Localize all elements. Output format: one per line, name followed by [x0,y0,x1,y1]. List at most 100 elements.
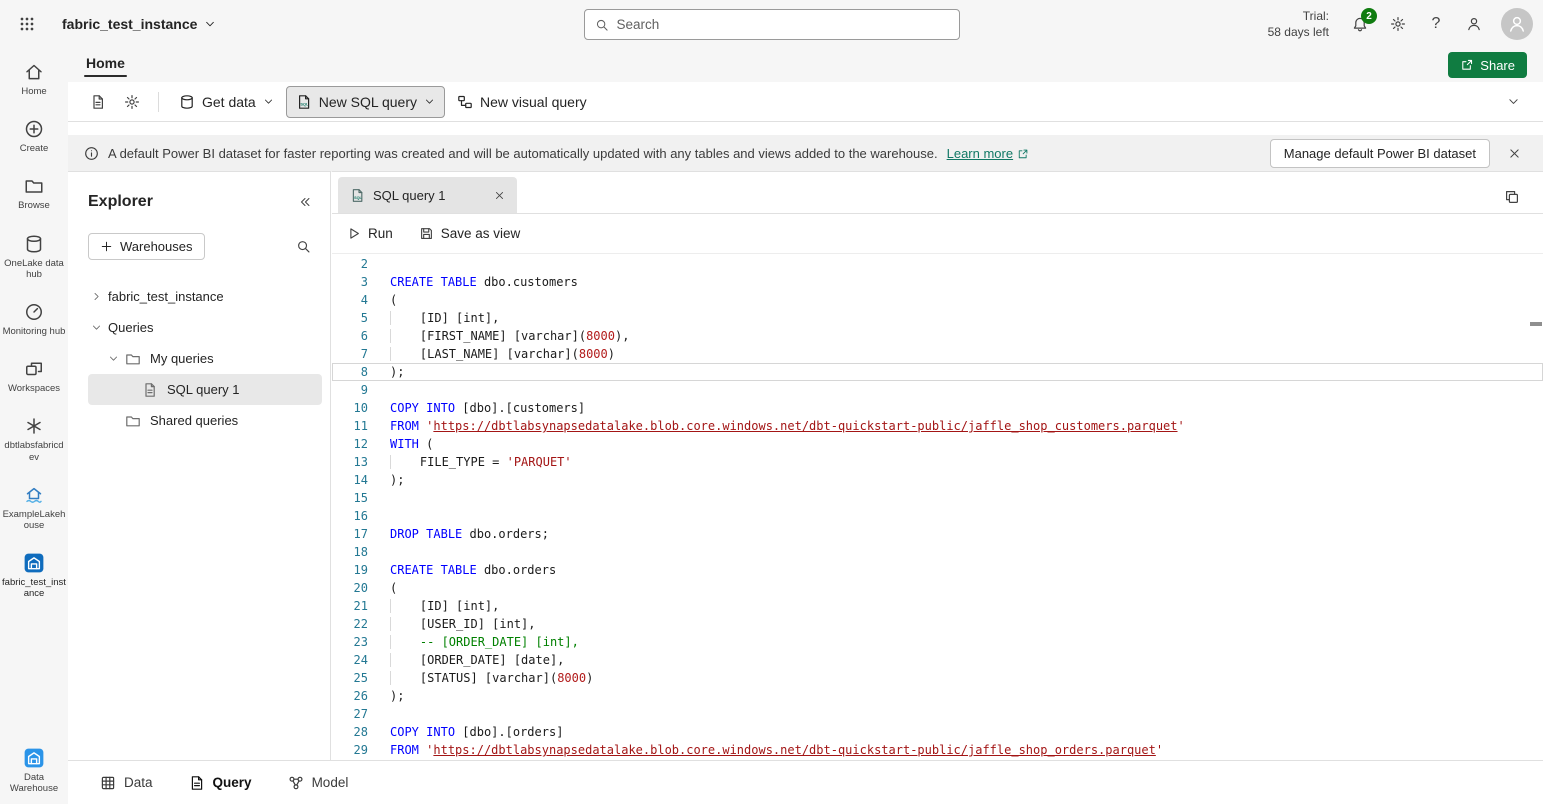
collapse-explorer-button[interactable] [288,185,322,219]
code-line-5[interactable]: 5 [ID] [int], [332,309,1543,327]
workspace-switcher[interactable]: fabric_test_instance [62,16,216,32]
external-link-icon [1017,148,1029,160]
rail-item-fabric-test-instance[interactable]: fabric_test_instance [2,553,66,599]
topbar: fabric_test_instance Search Trial: 58 da… [0,0,1543,48]
code-line-19[interactable]: 19CREATE TABLE dbo.orders [332,561,1543,579]
rail-item-home[interactable]: Home [2,62,66,97]
scrollbar-marker[interactable] [1530,322,1542,326]
code-line-13[interactable]: 13 FILE_TYPE = 'PARQUET' [332,453,1543,471]
banner-close-button[interactable] [1499,139,1529,169]
code-line-24[interactable]: 24 [ORDER_DATE] [date], [332,651,1543,669]
code-line-18[interactable]: 18 [332,543,1543,561]
code-line-10[interactable]: 10COPY INTO [dbo].[customers] [332,399,1543,417]
tree-item-my-queries[interactable]: My queries [88,343,322,374]
new-sql-query-button[interactable]: SQL New SQL query [286,86,445,118]
bottom-tab-query[interactable]: Query [189,775,252,791]
code-line-22[interactable]: 22 [USER_ID] [int], [332,615,1543,633]
line-number: 3 [332,273,390,291]
tab-sql-query-1[interactable]: SQL SQL query 1 [338,177,517,213]
lakehouse-icon [24,485,44,505]
get-data-button[interactable]: Get data [169,86,284,118]
app-launcher-button[interactable] [10,7,44,41]
code-line-26[interactable]: 26); [332,687,1543,705]
code-line-2[interactable]: 2 [332,255,1543,273]
new-visual-query-button[interactable]: New visual query [447,86,597,118]
line-number: 21 [332,597,390,615]
rail-item-onelake-data-hub[interactable]: OneLake data hub [2,234,66,280]
rail-item-label: Create [20,143,49,154]
tree-item-shared-queries[interactable]: Shared queries [88,405,322,436]
bottom-tab-data[interactable]: Data [100,775,153,791]
code-line-23[interactable]: 23 -- [ORDER_DATE] [int], [332,633,1543,651]
share-button[interactable]: Share [1448,52,1527,78]
code-text: COPY INTO [dbo].[orders] [390,723,563,741]
code-line-21[interactable]: 21 [ID] [int], [332,597,1543,615]
toolbar-divider [158,92,159,112]
explorer-search-button[interactable] [286,229,320,263]
help-button[interactable]: ? [1419,7,1453,41]
account-avatar[interactable] [1501,8,1533,40]
copy-button[interactable] [1495,180,1529,214]
tree-spacer [122,382,138,398]
search-input[interactable]: Search [584,9,960,40]
manage-dataset-button[interactable]: Manage default Power BI dataset [1270,139,1490,168]
rail-item-examplelakehouse[interactable]: ExampleLakehouse [2,485,66,531]
code-line-8[interactable]: 8); [332,363,1543,381]
line-number: 20 [332,579,390,597]
feedback-button[interactable] [1457,7,1491,41]
save-as-view-button[interactable]: Save as view [419,226,521,241]
code-line-27[interactable]: 27 [332,705,1543,723]
tree-item-label: Queries [108,320,154,335]
tree-item-fabric-test-instance[interactable]: fabric_test_instance [88,281,322,312]
code-line-14[interactable]: 14); [332,471,1543,489]
code-line-29[interactable]: 29FROM 'https://dbtlabsynapsedatalake.bl… [332,741,1543,759]
code-line-12[interactable]: 12WITH ( [332,435,1543,453]
code-line-20[interactable]: 20( [332,579,1543,597]
chevron-right-icon[interactable] [88,289,104,305]
add-warehouses-button[interactable]: Warehouses [88,233,205,260]
person-icon [1507,14,1527,34]
code-text: [ORDER_DATE] [date], [390,651,564,669]
rail-item-monitoring-hub[interactable]: Monitoring hub [2,302,66,337]
rail-item-data-warehouse[interactable]: Data Warehouse [2,748,66,794]
code-line-3[interactable]: 3CREATE TABLE dbo.customers [332,273,1543,291]
code-line-7[interactable]: 7 [LAST_NAME] [varchar](8000) [332,345,1543,363]
rail-item-dbtlabsfabricdev[interactable]: dbtlabsfabricdev [2,416,66,462]
tree-item-sql-query-1[interactable]: SQL query 1 [88,374,322,405]
collapse-ribbon-button[interactable] [1497,86,1529,118]
code-editor[interactable]: 23CREATE TABLE dbo.customers4(5 [ID] [in… [332,254,1543,760]
line-number: 19 [332,561,390,579]
line-number: 26 [332,687,390,705]
code-line-4[interactable]: 4( [332,291,1543,309]
chevron-down-icon[interactable] [105,351,121,367]
code-line-17[interactable]: 17DROP TABLE dbo.orders; [332,525,1543,543]
tab-home[interactable]: Home [84,53,127,77]
rail-item-workspaces[interactable]: Workspaces [2,359,66,394]
rail-item-create[interactable]: Create [2,119,66,154]
code-line-6[interactable]: 6 [FIRST_NAME] [varchar](8000), [332,327,1543,345]
settings-button[interactable] [1381,7,1415,41]
explorer-actions: Warehouses [68,225,330,273]
new-item-button[interactable] [82,86,114,118]
tree-item-queries[interactable]: Queries [88,312,322,343]
chevron-down-icon[interactable] [88,320,104,336]
code-line-9[interactable]: 9 [332,381,1543,399]
notifications-button[interactable]: 2 [1343,7,1377,41]
code-text: COPY INTO [dbo].[customers] [390,399,585,417]
sql-file-icon [142,382,160,398]
rail-item-browse[interactable]: Browse [2,176,66,211]
code-line-16[interactable]: 16 [332,507,1543,525]
line-number: 2 [332,255,390,273]
code-line-28[interactable]: 28COPY INTO [dbo].[orders] [332,723,1543,741]
learn-more-link[interactable]: Learn more [947,146,1029,161]
warehouse-settings-button[interactable] [116,86,148,118]
code-line-25[interactable]: 25 [STATUS] [varchar](8000) [332,669,1543,687]
rail-item-label: Workspaces [8,383,60,394]
code-text: ( [390,291,397,309]
run-button[interactable]: Run [346,226,393,241]
close-tab-button[interactable] [489,185,509,205]
code-line-15[interactable]: 15 [332,489,1543,507]
code-line-11[interactable]: 11FROM 'https://dbtlabsynapsedatalake.bl… [332,417,1543,435]
svg-text:SQL: SQL [300,101,309,106]
bottom-tab-model[interactable]: Model [288,775,349,791]
